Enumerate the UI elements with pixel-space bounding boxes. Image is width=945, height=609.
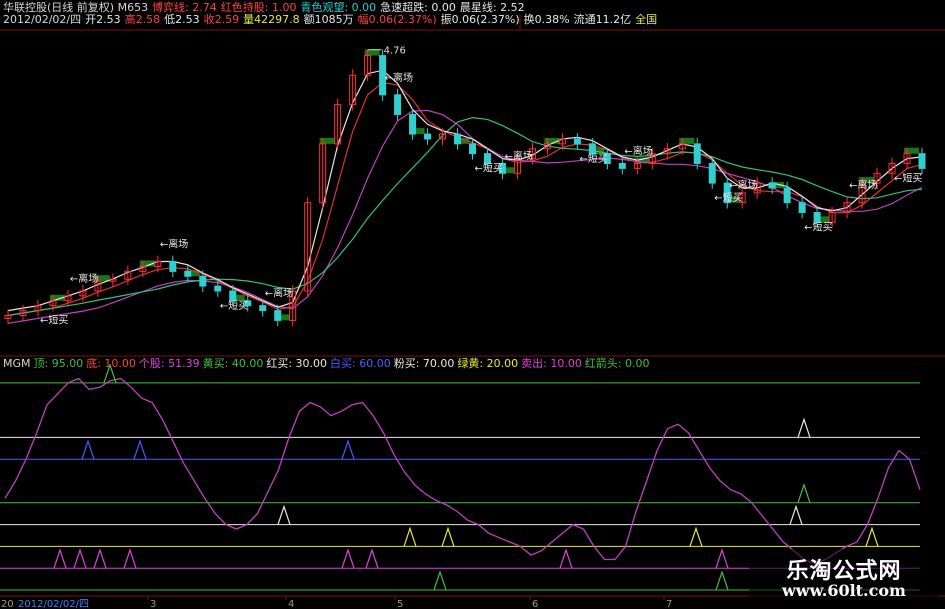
cloud-band (679, 137, 695, 144)
candle-body (409, 113, 417, 135)
escape-label: ←离场 (849, 179, 877, 192)
pink-spike (73, 548, 87, 569)
green-spike (715, 570, 729, 591)
yellow-spike (865, 526, 879, 547)
candle-body (468, 143, 476, 155)
candle-body (588, 143, 596, 155)
candle-body (274, 310, 282, 321)
pink-spike (93, 548, 107, 569)
yellow-spike (403, 526, 417, 547)
axis-tick-label: 5 (397, 599, 403, 609)
candle-body (199, 275, 207, 287)
candle-body (783, 187, 791, 204)
candle-body (394, 94, 402, 115)
candle-body (259, 305, 267, 312)
escape-label: ←离场 (385, 71, 413, 84)
watermark: 乐淘公式网 www.60lt.com (749, 549, 939, 605)
ma-line-青色观望 (7, 116, 923, 317)
pink-spike (365, 548, 379, 569)
indicator-line (4, 377, 921, 565)
buy-label: ←短买 (40, 314, 68, 327)
candle-body (798, 202, 806, 214)
escape-label: ←离场 (504, 149, 532, 162)
green-spike-mid (797, 482, 811, 503)
axis-tick-label: 3 (150, 599, 156, 609)
axis-tick-label: 6 (532, 599, 538, 609)
candle-body (169, 261, 177, 272)
axis-tick-label: 4 (288, 599, 294, 609)
stock-chart: 4.76←离场←离场←离场←离场←离场 ←离场←离场 ←离场←短买←短买←短买←短买… (0, 14, 945, 609)
escape-label: ←离场 (160, 238, 188, 251)
pink-spike (123, 548, 137, 569)
blue-spike (133, 439, 147, 460)
green-spike (433, 570, 447, 591)
buy-label: ←短买 (474, 162, 502, 175)
watermark-url: www.60lt.com (782, 581, 906, 600)
escape-label: ←离场 (729, 179, 757, 192)
blue-spike (81, 439, 95, 460)
candle-body (454, 133, 462, 145)
candle-body (573, 138, 581, 145)
candle-body (768, 182, 776, 189)
cloud-band (904, 147, 919, 154)
cloud-band (364, 49, 380, 56)
price-pane: 4.76←离场←离场←离场←离场←离场 ←离场←离场 ←离场←短买←短买←短买←短买… (4, 46, 926, 327)
axis-tick-label: 7 (666, 599, 672, 609)
candle-body (813, 212, 821, 223)
white-spike (789, 504, 803, 525)
candle-body (214, 285, 222, 292)
blue-spike (341, 439, 355, 460)
candle-body (184, 270, 192, 277)
yellow-spike (689, 526, 703, 547)
pink-spike (715, 548, 729, 569)
candle-body (618, 162, 626, 169)
buy-label: ←短买 (894, 171, 922, 184)
buy-label: ←短买 (579, 152, 607, 165)
x-axis: 2012/02/02/四 20 3 4 5 6 7 (0, 14, 945, 609)
pink-spike (559, 548, 573, 569)
pink-spike (53, 548, 67, 569)
candle-body (483, 153, 491, 164)
yellow-spike (441, 526, 455, 547)
candle-body (918, 153, 926, 169)
white-spike-high (797, 417, 811, 438)
buy-label: ←短买 (220, 299, 248, 312)
candle-body (229, 290, 237, 302)
escape-label: ←离场 (265, 287, 293, 300)
buy-label: ←短买 (804, 221, 832, 234)
pink-spike (341, 548, 355, 569)
escape-label: ←离场 (624, 144, 652, 157)
axis-left-number: 20 (1, 599, 14, 609)
white-spike (277, 504, 291, 525)
candle-body (424, 133, 432, 140)
candle-body (708, 162, 716, 184)
high-value-label: 4.76 (384, 46, 406, 57)
axis-date: 2012/02/02/四 (18, 599, 89, 609)
escape-label: ←离场 (70, 272, 98, 285)
buy-label: ←短买 (714, 191, 742, 204)
candle-body (693, 143, 701, 164)
cloud-band (319, 137, 335, 144)
